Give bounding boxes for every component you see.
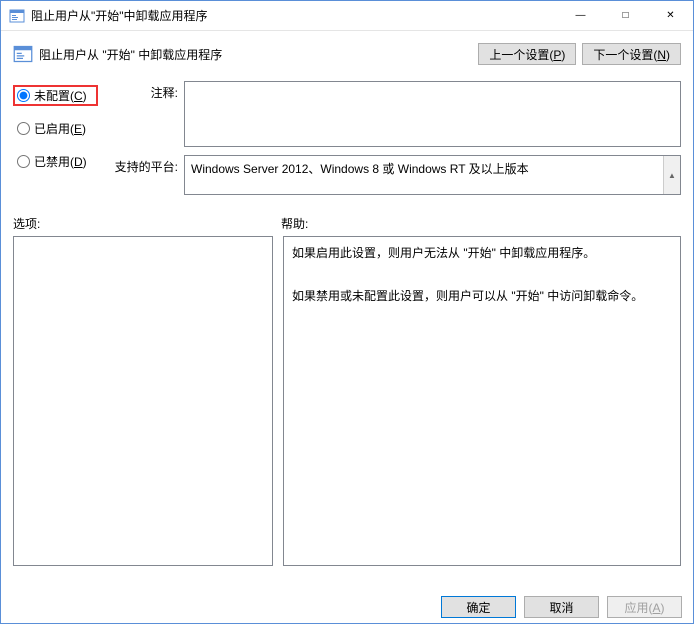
comment-textarea[interactable] [184,81,681,147]
radio-disabled-input[interactable] [17,155,30,168]
comment-label: 注释: [110,81,178,147]
policy-icon [13,44,33,64]
help-label: 帮助: [281,215,308,232]
titlebar: 阻止用户从"开始"中卸载应用程序 — □ ✕ [1,1,693,31]
lower-panes: 如果启用此设置，则用户无法从 "开始" 中卸载应用程序。 如果禁用或未配置此设置… [1,236,693,566]
ok-button[interactable]: 确定 [441,596,516,618]
cancel-button[interactable]: 取消 [524,596,599,618]
next-setting-button[interactable]: 下一个设置(N) [582,43,681,65]
radio-not-configured[interactable]: 未配置(C) [13,85,98,106]
options-pane [13,236,273,566]
radio-enabled-label: 已启用(E) [34,120,86,137]
radio-not-configured-input[interactable] [17,89,30,102]
supported-on-box: Windows Server 2012、Windows 8 或 Windows … [184,155,681,195]
radio-enabled[interactable]: 已启用(E) [13,118,98,139]
radio-not-configured-label: 未配置(C) [34,87,87,104]
radio-disabled-label: 已禁用(D) [34,153,87,170]
previous-setting-button[interactable]: 上一个设置(P) [478,43,576,65]
maximize-button[interactable]: □ [603,1,648,30]
header: 阻止用户从 "开始" 中卸载应用程序 上一个设置(P) 下一个设置(N) [1,31,693,69]
policy-icon [9,8,25,24]
minimize-button[interactable]: — [558,1,603,30]
close-button[interactable]: ✕ [648,1,693,30]
radio-enabled-input[interactable] [17,122,30,135]
platform-label: 支持的平台: [110,155,178,195]
window-title: 阻止用户从"开始"中卸载应用程序 [31,7,558,24]
radio-disabled[interactable]: 已禁用(D) [13,151,98,172]
state-radio-group: 未配置(C) 已启用(E) 已禁用(D) [13,81,98,195]
policy-name: 阻止用户从 "开始" 中卸载应用程序 [39,46,478,63]
apply-button: 应用(A) [607,596,682,618]
config-area: 未配置(C) 已启用(E) 已禁用(D) 注释: 支持的平台: Windows … [1,69,693,201]
supported-on-text: Windows Server 2012、Windows 8 或 Windows … [185,156,663,194]
options-label: 选项: [13,215,281,232]
section-labels: 选项: 帮助: [1,201,693,236]
scroll-up-icon[interactable]: ▲ [663,156,680,194]
help-pane: 如果启用此设置，则用户无法从 "开始" 中卸载应用程序。 如果禁用或未配置此设置… [283,236,681,566]
dialog-footer: 确定 取消 应用(A) [0,596,694,624]
window-controls: — □ ✕ [558,1,693,30]
